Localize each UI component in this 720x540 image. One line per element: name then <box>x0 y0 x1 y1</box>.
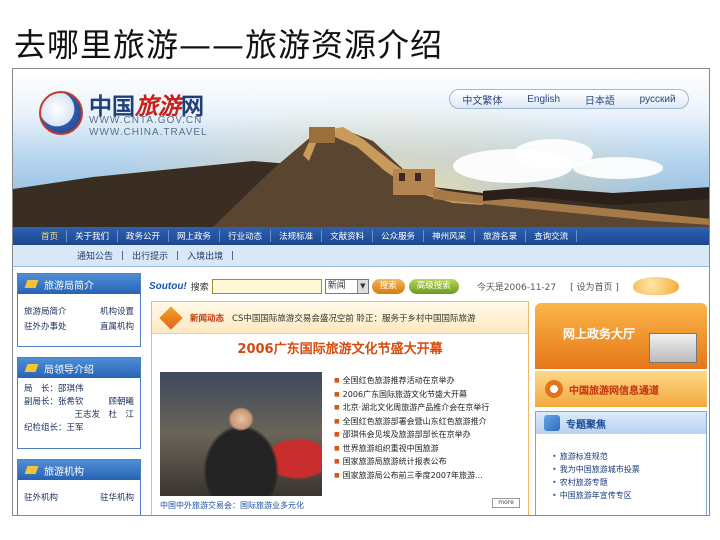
bureau-intro-header: 旅游局简介 <box>18 274 140 294</box>
website-screenshot: 中国旅游网 WWW.CNTA.GOV.CN WWW.CHINA.TRAVEL 中… <box>12 68 710 516</box>
subnav-divider: | <box>121 250 125 261</box>
right-sidebar: 网上政务大厅 中国旅游网信息通道 专题聚焦 旅游标准规范 我为中国旅游城市投票 … <box>535 301 707 515</box>
nav-home[interactable]: 首页 <box>33 230 68 242</box>
leaders-header: 局领导介绍 <box>18 358 140 378</box>
nav-documents[interactable]: 文献资料 <box>322 230 374 242</box>
search-button[interactable]: 搜索 <box>371 278 405 294</box>
gov-hall-title: 网上政务大厅 <box>563 327 636 341</box>
news-ticker[interactable]: CS中国国际旅游交易会盛况空前 聆正：服务于乡村中国国际旅游 <box>232 312 476 324</box>
news-item[interactable]: 国家旅游局旅游统计报表公布 <box>334 455 526 469</box>
leaders-box: 局领导介绍 局 长：邵琪伟 副局长：张希钦 顾朝曦 王志发 杜 江 纪检组长：王军 <box>17 357 141 449</box>
lang-english[interactable]: English <box>527 94 560 105</box>
leader-discipline[interactable]: 纪检组长：王军 <box>24 422 84 435</box>
mascot-icon <box>632 277 679 295</box>
news-badge-icon <box>159 305 183 330</box>
search-input[interactable] <box>211 278 322 294</box>
news-headline[interactable]: 2006广东国际旅游文化节盛大开幕 <box>152 338 528 358</box>
search-label: 搜索 <box>190 282 209 293</box>
news-item[interactable]: 国家旅游局公布前三季度2007年旅游... <box>334 469 526 483</box>
special-topics-header: 专题聚焦 <box>536 412 706 434</box>
news-header: 新闻动态 CS中国国际旅游交易会盛况空前 聆正：服务于乡村中国国际旅游 <box>152 302 528 334</box>
set-homepage-link[interactable]: [ 设为首页 ] <box>570 280 619 293</box>
nav-industry-news[interactable]: 行业动态 <box>220 230 272 242</box>
site-url-travel: WWW.CHINA.TRAVEL <box>89 127 208 138</box>
special-topic-item[interactable]: 中国旅游年宣传专区 <box>552 489 706 502</box>
subnav-entry-exit[interactable]: 入境出境 <box>183 249 227 262</box>
site-url-gov: WWW.CNTA.GOV.CN <box>89 115 203 126</box>
special-topic-item[interactable]: 农村旅游专题 <box>552 476 706 489</box>
lang-traditional-chinese[interactable]: 中文繁体 <box>462 92 502 107</box>
leader-deputy-2[interactable]: 顾朝曦 <box>108 396 134 409</box>
sub-nav: 通知公告 | 出行提示 | 入境出境 | <box>13 245 709 267</box>
info-channel-banner[interactable]: 中国旅游网信息通道 <box>535 371 707 407</box>
nav-online-services[interactable]: 网上政务 <box>169 230 221 242</box>
news-item[interactable]: 北京·湖北文化周旅游产品推介会在京举行 <box>334 401 526 415</box>
news-panel: 新闻动态 CS中国国际旅游交易会盛况空前 聆正：服务于乡村中国国际旅游 2006… <box>151 301 529 515</box>
online-gov-hall-banner[interactable]: 网上政务大厅 <box>535 303 707 369</box>
advanced-search-button[interactable]: 高级搜索 <box>408 278 459 294</box>
left-sidebar: 旅游局简介 旅游局简介 机构设置 驻外办事处 直属机构 局领导介绍 局 长：邵琪伟 … <box>17 273 143 515</box>
leader-director[interactable]: 局 长：邵琪伟 <box>24 383 84 396</box>
news-section-label: 新闻动态 <box>190 313 225 324</box>
link-agencies-in-china[interactable]: 驻华机构 <box>100 491 134 506</box>
nav-public-services[interactable]: 公众服务 <box>373 230 425 242</box>
nav-regulations[interactable]: 法规标准 <box>271 230 323 242</box>
news-item[interactable]: 世界旅游组织重视中国旅游 <box>334 442 526 456</box>
special-topics-box: 专题聚焦 旅游标准规范 我为中国旅游城市投票 农村旅游专题 中国旅游年宣传专区 <box>535 411 707 515</box>
special-topic-item[interactable]: 旅游标准规范 <box>552 450 706 463</box>
cnta-mini-logo-icon <box>545 380 563 398</box>
leader-deputy-3[interactable]: 王志发 杜 江 <box>74 409 134 422</box>
subnav-travel-tips[interactable]: 出行提示 <box>128 249 172 262</box>
language-switcher: 中文繁体 English 日本語 русский <box>449 89 689 109</box>
news-item[interactable]: 全国红色旅游部署会暨山东红色旅游推介 <box>334 415 526 429</box>
today-date: 今天是2006-11-27 <box>476 282 557 293</box>
laptop-icon <box>649 333 697 363</box>
special-topic-item[interactable]: 我为中国旅游城市投票 <box>552 463 706 476</box>
link-bureau-intro[interactable]: 旅游局简介 <box>24 305 67 320</box>
lang-japanese[interactable]: 日本語 <box>585 92 615 107</box>
search-bar: Soutou! 搜索 新闻 ▼ 搜索 高级搜索 今天是2006-11-27 [ 设… <box>149 275 705 297</box>
diamond-icon <box>24 466 39 474</box>
nav-tourism-directory[interactable]: 旅游名录 <box>475 230 527 242</box>
leader-deputy-1[interactable]: 副局长：张希钦 <box>24 396 84 409</box>
link-overseas-agencies[interactable]: 驻外机构 <box>24 491 58 506</box>
cnta-logo-icon[interactable] <box>39 91 83 135</box>
news-item[interactable]: 全国红色旅游推荐活动在京举办 <box>334 374 526 388</box>
diamond-icon <box>24 280 39 288</box>
news-item[interactable]: 邵琪伟会见埃及旅游部部长在京举办 <box>334 428 526 442</box>
more-news-button[interactable]: more <box>492 498 520 508</box>
site-banner: 中国旅游网 WWW.CNTA.GOV.CN WWW.CHINA.TRAVEL 中… <box>13 69 709 227</box>
soutou-logo: Soutou! <box>149 280 187 292</box>
nav-about[interactable]: 关于我们 <box>67 230 119 242</box>
subnav-notices[interactable]: 通知公告 <box>73 249 117 262</box>
nav-china-scenery[interactable]: 神州风采 <box>424 230 476 242</box>
diamond-icon <box>24 364 39 372</box>
subnav-divider: | <box>231 250 235 261</box>
globe-icon <box>544 415 560 431</box>
lang-russian[interactable]: русский <box>640 94 676 105</box>
news-item[interactable]: 2006广东国际旅游文化节盛大开幕 <box>334 388 526 402</box>
nav-government-affairs[interactable]: 政务公开 <box>118 230 170 242</box>
agencies-box: 旅游机构 驻外机构 驻华机构 <box>17 459 141 515</box>
photo-caption-link[interactable]: 中国中外旅游交易会：国际旅游业多元化 <box>160 500 304 511</box>
news-list: 全国红色旅游推荐活动在京举办 2006广东国际旅游文化节盛大开幕 北京·湖北文化… <box>334 374 526 482</box>
bureau-intro-box: 旅游局简介 旅游局简介 机构设置 驻外办事处 直属机构 <box>17 273 141 347</box>
news-photo[interactable] <box>160 372 322 496</box>
search-category-select[interactable]: 新闻 ▼ <box>324 278 369 294</box>
nav-query[interactable]: 查询交流 <box>526 230 578 242</box>
link-overseas-offices[interactable]: 驻外办事处 <box>24 320 67 335</box>
agencies-header: 旅游机构 <box>18 460 140 480</box>
main-nav: 首页 关于我们 政务公开 网上政务 行业动态 法规标准 文献资料 公众服务 神州… <box>13 227 709 245</box>
link-affiliated-units[interactable]: 直属机构 <box>100 320 134 335</box>
banner-cloud <box>573 157 663 179</box>
chevron-down-icon: ▼ <box>356 279 368 293</box>
slide-title: 去哪里旅游——旅游资源介绍 <box>14 26 444 64</box>
link-organization[interactable]: 机构设置 <box>100 305 134 320</box>
subnav-divider: | <box>176 250 180 261</box>
